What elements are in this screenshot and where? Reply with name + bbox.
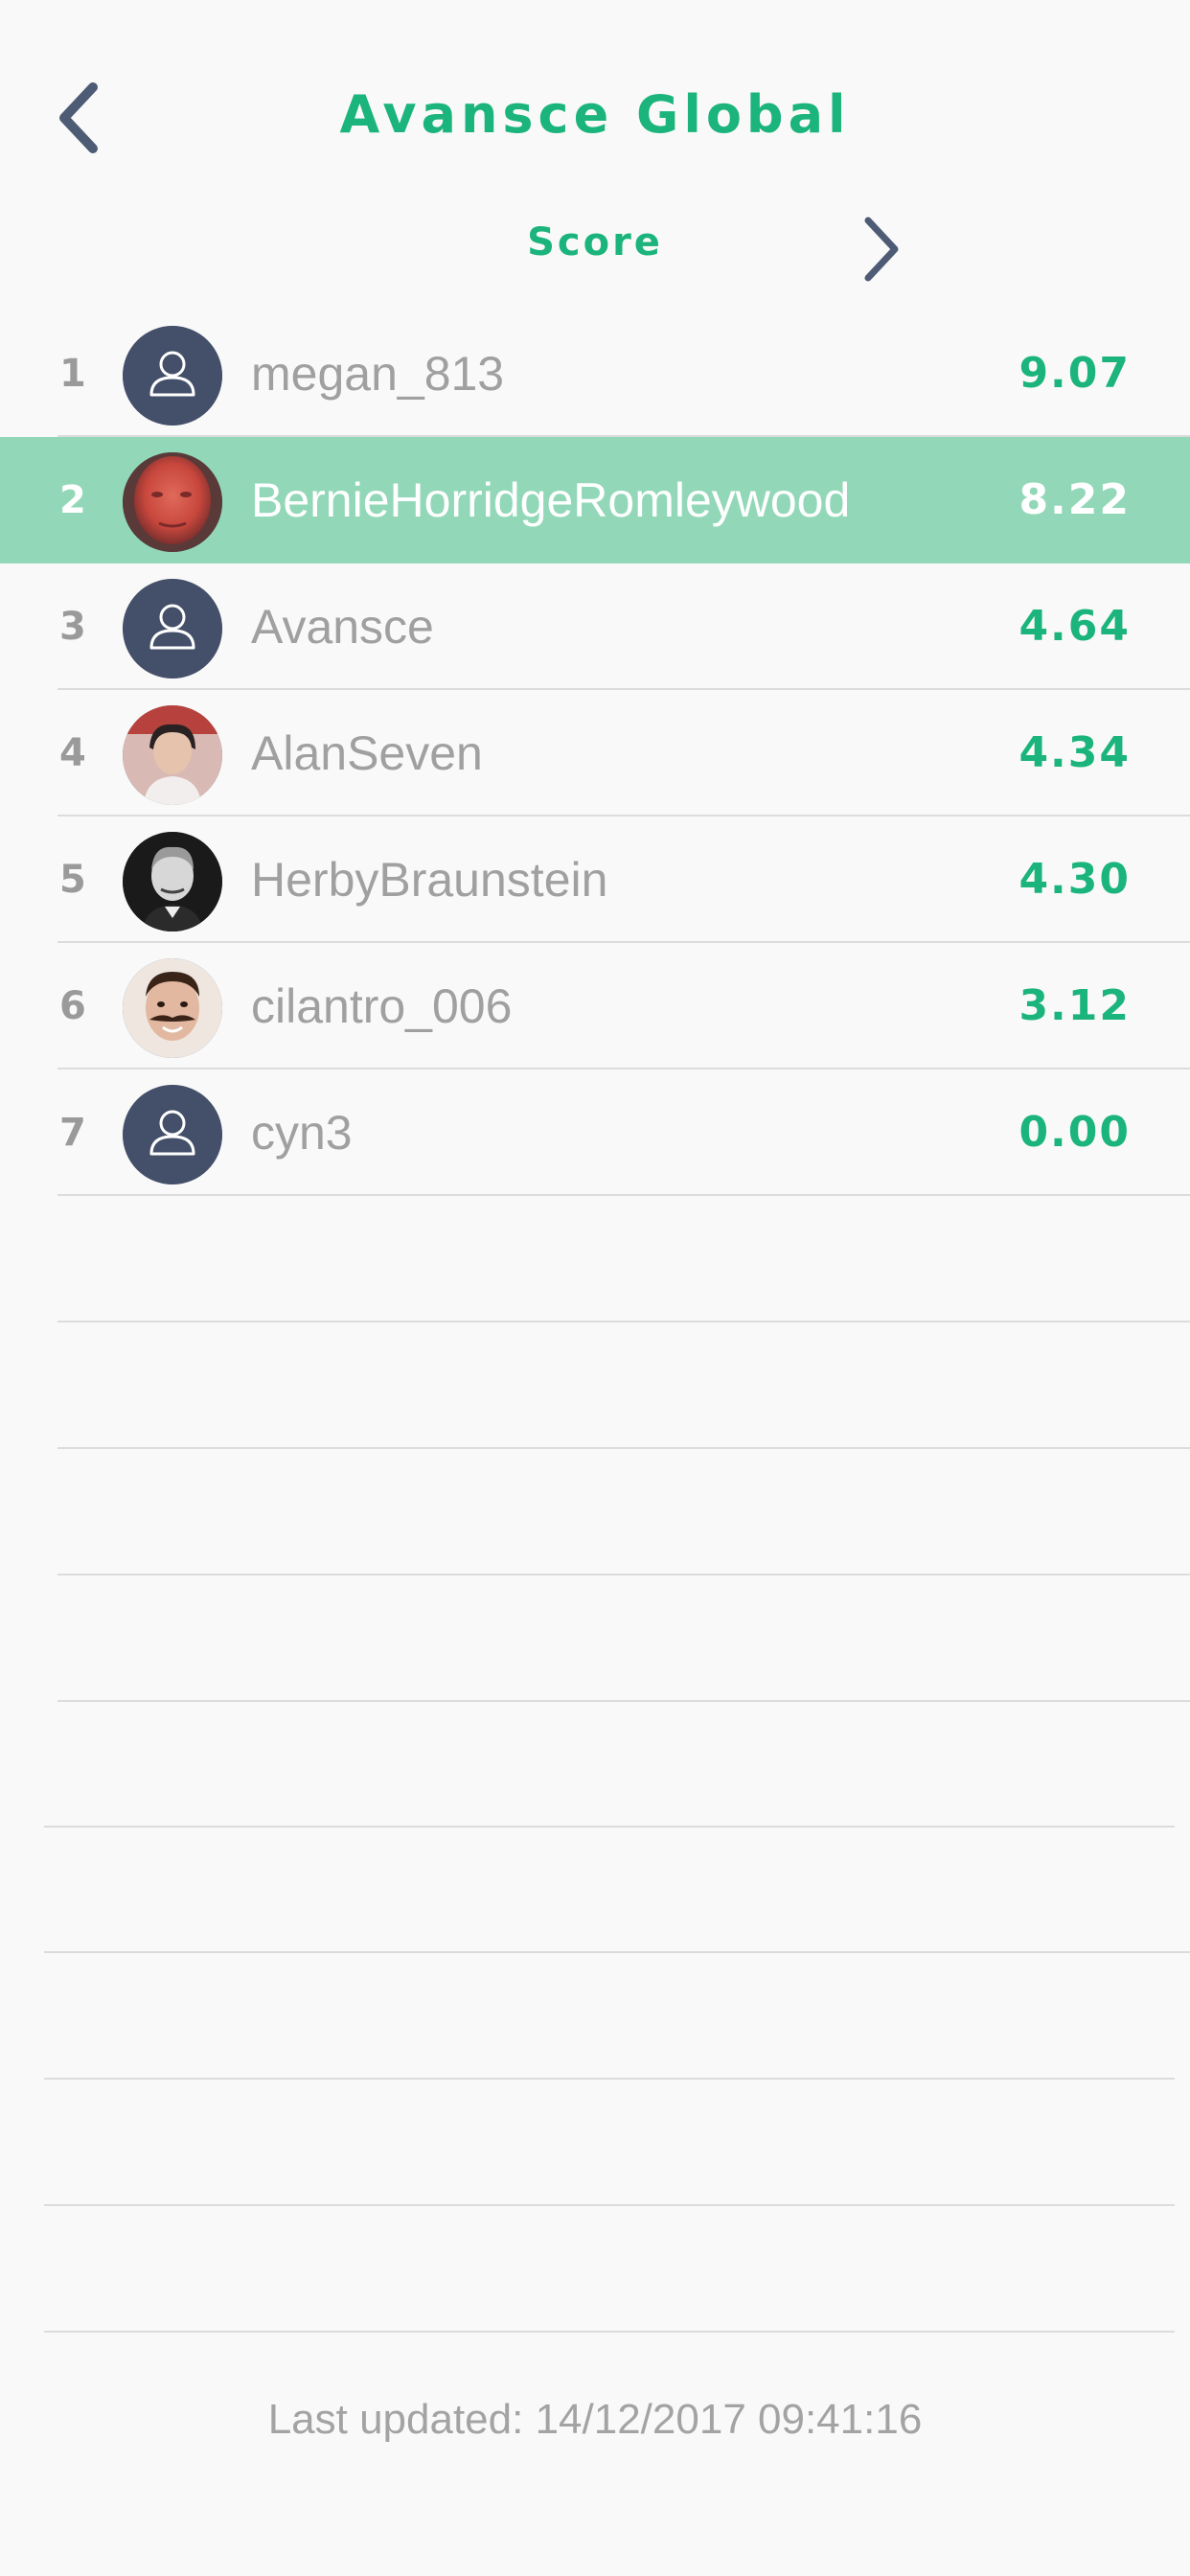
score-value: 4.30 [1018, 855, 1131, 904]
empty-row-divider [57, 1321, 1190, 1322]
avatar-photo [123, 832, 222, 932]
empty-row-divider [57, 1447, 1190, 1449]
username: Avansce [251, 600, 434, 654]
username: BernieHorridgeRomleywood [251, 473, 851, 527]
username: AlanSeven [251, 726, 483, 780]
empty-row-divider [44, 2078, 1175, 2080]
rank-number: 1 [59, 352, 86, 396]
rank-number: 6 [59, 984, 86, 1028]
empty-row-divider [44, 1826, 1175, 1828]
rank-number: 2 [59, 478, 86, 522]
username: megan_813 [251, 347, 505, 401]
metric-label: Score [527, 220, 663, 264]
avatar-photo [123, 452, 222, 552]
empty-row-divider [57, 1700, 1190, 1702]
username: HerbyBraunstein [251, 853, 608, 907]
username: cyn3 [251, 1106, 353, 1160]
avatar-photo [123, 958, 222, 1058]
score-value: 3.12 [1018, 981, 1131, 1030]
leaderboard-row[interactable]: 5 HerbyBraunstein 4.30 [0, 816, 1190, 943]
leaderboard-row[interactable]: 3 Avansce 4.64 [0, 564, 1190, 690]
score-value: 9.07 [1018, 349, 1131, 398]
rank-number: 3 [59, 605, 86, 649]
rank-number: 4 [59, 731, 86, 775]
default-user-icon [123, 326, 222, 426]
score-value: 0.00 [1018, 1108, 1131, 1157]
last-updated-text: Last updated: 14/12/2017 09:41:16 [267, 2396, 923, 2443]
leaderboard-row[interactable]: 1 megan_813 9.07 [0, 310, 1190, 437]
username: cilantro_006 [251, 979, 513, 1033]
row-divider [57, 1194, 1190, 1196]
default-user-icon [123, 1085, 222, 1184]
empty-row-divider [44, 1951, 1190, 1953]
rank-number: 7 [59, 1111, 86, 1155]
header: Avansce Global Score [0, 0, 1190, 307]
default-user-icon [123, 579, 222, 678]
leaderboard-row[interactable]: 6 cilantro_006 3.12 [0, 943, 1190, 1070]
score-value: 8.22 [1018, 475, 1131, 524]
score-value: 4.34 [1018, 728, 1131, 777]
leaderboard-row[interactable]: 4 AlanSeven 4.34 [0, 690, 1190, 816]
rank-number: 5 [59, 858, 86, 902]
next-metric-button[interactable] [843, 211, 920, 288]
leaderboard-row[interactable]: 7 cyn3 0.00 [0, 1070, 1190, 1196]
empty-row-divider [57, 1574, 1190, 1576]
empty-row-divider [44, 2331, 1175, 2333]
score-value: 4.64 [1018, 602, 1131, 651]
avatar-photo [123, 705, 222, 805]
page-title: Avansce Global [339, 84, 851, 145]
chevron-right-icon [864, 217, 899, 282]
leaderboard-row-current-user[interactable]: 2 BernieHorridgeRomleywood 8.22 [0, 437, 1190, 564]
empty-row-divider [44, 2204, 1175, 2206]
